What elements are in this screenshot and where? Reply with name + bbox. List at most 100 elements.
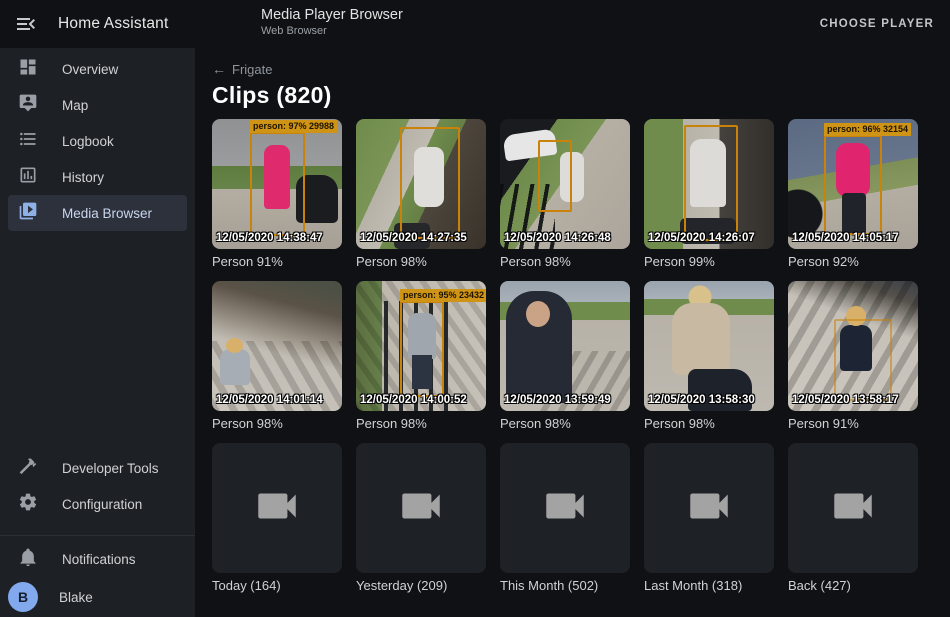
clip-card: 12/05/2020 14:27:35 Person 98%: [356, 119, 486, 269]
sidebar-item-logbook[interactable]: Logbook: [8, 123, 187, 159]
sidebar-user-profile[interactable]: B Blake: [0, 577, 195, 617]
clip-timestamp: 12/05/2020 13:58:30: [648, 394, 755, 406]
sidebar-toggle-button[interactable]: [14, 12, 38, 36]
sidebar-item-label: History: [62, 170, 104, 185]
folder-tile[interactable]: [212, 443, 342, 573]
detection-bbox-label: person: 96% 32154: [824, 123, 911, 136]
sidebar-item-overview[interactable]: Overview: [8, 51, 187, 87]
list-bulleted-icon: [8, 129, 38, 154]
clip-thumbnail[interactable]: 12/05/2020 14:27:35: [356, 119, 486, 249]
folder-card-yesterday: Yesterday (209): [356, 443, 486, 593]
clip-card: person: 97% 29988 12/05/2020 14:38:47 Pe…: [212, 119, 342, 269]
clip-card: 12/05/2020 14:26:07 Person 99%: [644, 119, 774, 269]
folder-label: Today (164): [212, 578, 342, 593]
bell-icon: [8, 547, 38, 572]
clip-timestamp: 12/05/2020 14:26:48: [504, 232, 611, 244]
panel-header: Media Player Browser Web Browser: [261, 7, 403, 37]
clip-label: Person 99%: [644, 254, 774, 269]
clip-label: Person 98%: [356, 254, 486, 269]
folder-card-this-month: This Month (502): [500, 443, 630, 593]
clip-label: Person 98%: [356, 416, 486, 431]
clip-thumbnail[interactable]: 12/05/2020 14:26:07: [644, 119, 774, 249]
folder-tile[interactable]: [356, 443, 486, 573]
clip-label: Person 98%: [644, 416, 774, 431]
panel-title: Media Player Browser: [261, 7, 403, 23]
clip-timestamp: 12/05/2020 14:01:14: [216, 394, 323, 406]
sidebar-item-map[interactable]: Map: [8, 87, 187, 123]
media-browser-content: ← Frigate Clips (820) person: 97% 29988 …: [195, 48, 950, 617]
sidebar-item-developer-tools[interactable]: Developer Tools: [8, 450, 187, 486]
detection-bbox: [400, 127, 460, 239]
back-arrow-icon: ←: [212, 61, 226, 77]
detection-bbox: person: 97% 29988: [250, 132, 305, 236]
hammer-icon: [8, 456, 38, 481]
video-camera-icon: [396, 481, 446, 536]
clip-thumbnail[interactable]: person: 95% 23432 12/05/2020 14:00:52: [356, 281, 486, 411]
folder-tile[interactable]: [788, 443, 918, 573]
sidebar: Overview Map Logbook History Media Brows…: [0, 48, 195, 617]
detection-bbox-label: person: 97% 29988: [250, 120, 337, 133]
clip-timestamp: 12/05/2020 14:00:52: [360, 394, 467, 406]
clip-label: Person 98%: [212, 416, 342, 431]
home-assistant-app: Home Assistant Media Player Browser Web …: [0, 0, 950, 617]
folder-label: This Month (502): [500, 578, 630, 593]
clip-thumbnail[interactable]: 12/05/2020 13:59:49: [500, 281, 630, 411]
folder-card-last-month: Last Month (318): [644, 443, 774, 593]
sidebar-item-label: Configuration: [62, 497, 142, 512]
detection-bbox: [684, 125, 738, 241]
folder-card-today: Today (164): [212, 443, 342, 593]
clip-label: Person 92%: [788, 254, 918, 269]
clip-card: 12/05/2020 14:26:48 Person 98%: [500, 119, 630, 269]
clip-timestamp: 12/05/2020 14:26:07: [648, 232, 755, 244]
page-title: Clips (820): [212, 82, 950, 109]
folder-tile[interactable]: [644, 443, 774, 573]
view-dashboard-icon: [8, 57, 38, 82]
sidebar-item-label: Developer Tools: [62, 461, 159, 476]
sidebar-item-label: Logbook: [62, 134, 114, 149]
folder-card-back: Back (427): [788, 443, 918, 593]
choose-player-button[interactable]: CHOOSE PLAYER: [820, 18, 934, 30]
clips-grid: person: 97% 29988 12/05/2020 14:38:47 Pe…: [212, 119, 950, 593]
clip-label: Person 91%: [212, 254, 342, 269]
gear-icon: [8, 492, 38, 517]
clip-label: Person 91%: [788, 416, 918, 431]
clip-card: person: 95% 23432 12/05/2020 14:00:52 Pe…: [356, 281, 486, 431]
sidebar-item-label: Media Browser: [62, 206, 152, 221]
clip-timestamp: 12/05/2020 13:59:49: [504, 394, 611, 406]
clip-thumbnail[interactable]: 12/05/2020 14:26:48: [500, 119, 630, 249]
folder-label: Last Month (318): [644, 578, 774, 593]
sidebar-item-media-browser[interactable]: Media Browser: [8, 195, 187, 231]
clip-thumbnail[interactable]: 12/05/2020 13:58:30: [644, 281, 774, 411]
top-bar: Home Assistant Media Player Browser Web …: [0, 0, 950, 48]
sidebar-bottom: Developer Tools Configuration Notificati…: [0, 450, 195, 617]
clip-thumbnail[interactable]: person: 96% 32154 12/05/2020 14:05:17: [788, 119, 918, 249]
detection-bbox-label: person: 95% 23432: [400, 289, 486, 302]
clip-card: 12/05/2020 13:58:17 Person 91%: [788, 281, 918, 431]
clip-thumbnail[interactable]: 12/05/2020 13:58:17: [788, 281, 918, 411]
app-title: Home Assistant: [58, 15, 168, 33]
clip-card: 12/05/2020 14:01:14 Person 98%: [212, 281, 342, 431]
user-name: Blake: [59, 590, 93, 605]
sidebar-item-label: Notifications: [62, 552, 136, 567]
video-camera-icon: [828, 481, 878, 536]
clip-card: 12/05/2020 13:59:49 Person 98%: [500, 281, 630, 431]
sidebar-nav: Overview Map Logbook History Media Brows…: [0, 48, 195, 231]
clip-thumbnail[interactable]: 12/05/2020 14:01:14: [212, 281, 342, 411]
clip-timestamp: 12/05/2020 14:27:35: [360, 232, 467, 244]
breadcrumb-back-frigate[interactable]: ← Frigate: [212, 61, 272, 77]
video-camera-icon: [684, 481, 734, 536]
sidebar-item-configuration[interactable]: Configuration: [8, 486, 187, 522]
sidebar-item-label: Map: [62, 98, 88, 113]
clip-timestamp: 12/05/2020 14:38:47: [216, 232, 323, 244]
folder-label: Back (427): [788, 578, 918, 593]
menu-open-icon: [14, 23, 38, 40]
clip-timestamp: 12/05/2020 13:58:17: [792, 394, 899, 406]
chart-box-icon: [8, 165, 38, 190]
sidebar-item-history[interactable]: History: [8, 159, 187, 195]
detection-bbox: person: 96% 32154: [824, 135, 882, 235]
user-avatar: B: [8, 582, 38, 612]
sidebar-item-label: Overview: [62, 62, 118, 77]
folder-tile[interactable]: [500, 443, 630, 573]
sidebar-item-notifications[interactable]: Notifications: [8, 541, 187, 577]
clip-thumbnail[interactable]: person: 97% 29988 12/05/2020 14:38:47: [212, 119, 342, 249]
